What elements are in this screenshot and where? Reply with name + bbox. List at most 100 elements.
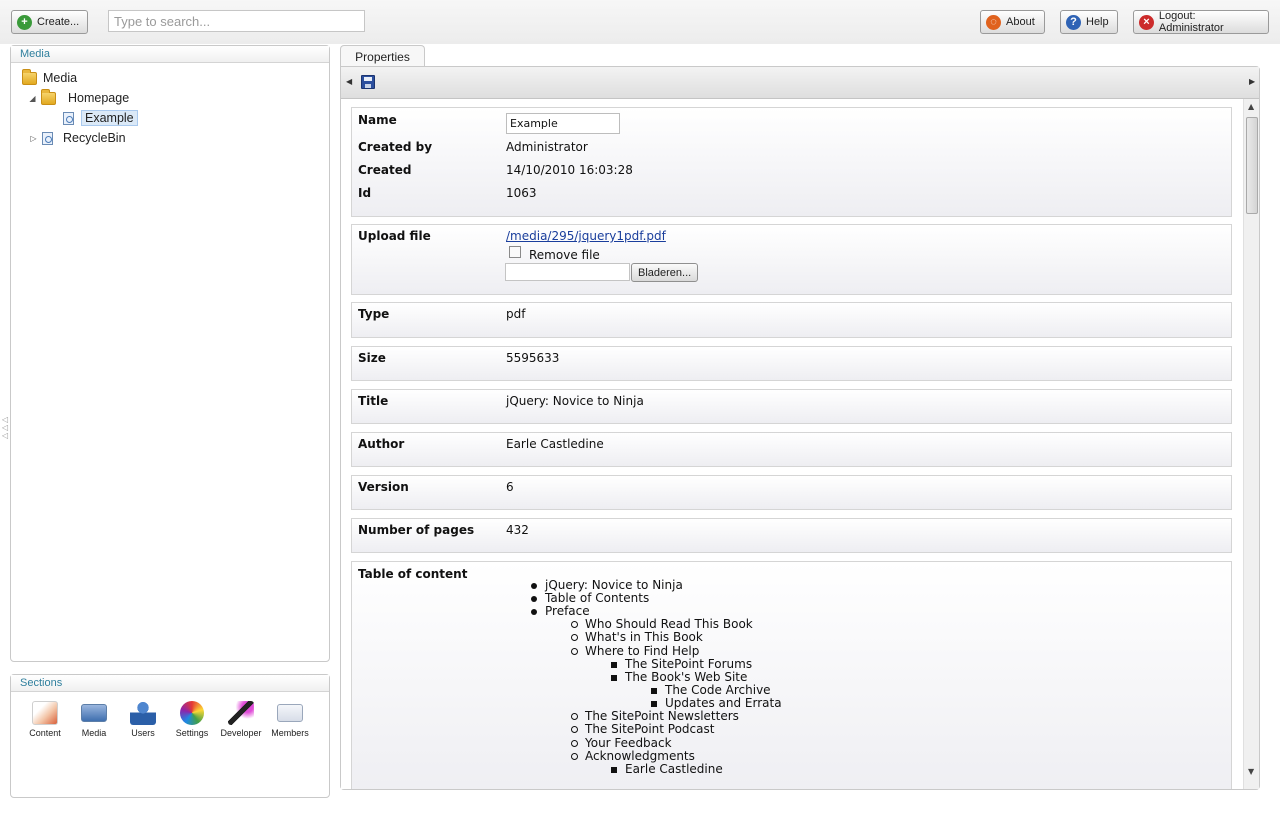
tree-item-media[interactable]: Media <box>22 68 78 87</box>
tree-item-label: Media <box>43 71 78 85</box>
toolbar-scroll-right-icon[interactable]: ▶ <box>1249 77 1255 86</box>
top-toolbar: + Create... ◌ About ? Help × Logout: Adm… <box>0 0 1280 44</box>
author-box: Author Earle Castledine <box>351 432 1232 467</box>
id-value: 1063 <box>506 186 537 200</box>
help-button-label: Help <box>1086 16 1109 28</box>
close-icon: × <box>1139 14 1154 30</box>
folder-icon <box>22 68 37 85</box>
properties-panel: ◀ ▶ Name Created by Administrator Create… <box>340 66 1260 790</box>
toc-item: What's in This Book <box>571 631 703 644</box>
size-value: 5595633 <box>506 351 560 365</box>
created-by-label: Created by <box>358 140 433 154</box>
expand-arrow-icon[interactable]: ◢ <box>28 94 37 103</box>
section-label: Media <box>81 728 107 738</box>
scroll-up-icon[interactable]: ▲ <box>1248 102 1254 111</box>
users-icon <box>130 701 156 725</box>
logout-button[interactable]: × Logout: Administrator <box>1133 10 1269 34</box>
tree-item-label: RecycleBin <box>63 131 126 145</box>
remove-file-checkbox[interactable] <box>509 246 521 258</box>
media-panel-title: Media <box>11 46 329 63</box>
scroll-down-icon[interactable]: ▼ <box>1248 767 1254 776</box>
tab-properties[interactable]: Properties <box>340 45 425 67</box>
browse-button[interactable]: Bladeren... <box>631 263 699 282</box>
folder-icon <box>41 88 56 105</box>
name-field[interactable] <box>506 113 620 134</box>
scrollbar-thumb[interactable] <box>1246 117 1258 214</box>
created-value: 14/10/2010 16:03:28 <box>506 163 633 177</box>
toc-box: Table of content jQuery: Novice to Ninja… <box>351 561 1232 789</box>
tree-item-recyclebin[interactable]: ▷ RecycleBin <box>29 129 126 147</box>
toolbar-scroll-left-icon[interactable]: ◀ <box>346 77 352 86</box>
toc-item: Earle Castledine <box>611 763 723 776</box>
version-label: Version <box>358 480 409 494</box>
section-label: Settings <box>175 728 209 738</box>
save-icon[interactable] <box>361 75 375 89</box>
tree-item-homepage[interactable]: ◢ Homepage <box>28 88 130 107</box>
recycle-bin-icon <box>42 131 53 145</box>
section-content[interactable]: Content <box>21 701 69 738</box>
section-media[interactable]: Media <box>70 701 118 738</box>
sections-panel: Sections Content Media Users Settings De… <box>10 674 330 798</box>
about-icon: ◌ <box>986 14 1001 30</box>
pages-label: Number of pages <box>358 523 475 537</box>
pages-value: 432 <box>506 523 529 537</box>
title-value: jQuery: Novice to Ninja <box>506 394 644 408</box>
media-icon <box>81 704 107 722</box>
toc-item: The SitePoint Podcast <box>571 723 714 736</box>
vertical-scrollbar[interactable]: ▲ ▼ <box>1243 99 1259 789</box>
created-by-value: Administrator <box>506 140 588 154</box>
help-button[interactable]: ? Help <box>1060 10 1118 34</box>
properties-content: Name Created by Administrator Created 14… <box>341 99 1243 789</box>
upload-file-label: Upload file <box>358 229 431 243</box>
toc-item: Preface <box>531 605 590 618</box>
author-label: Author <box>358 437 405 451</box>
developer-icon <box>228 701 254 725</box>
section-label: Content <box>29 728 61 738</box>
type-label: Type <box>358 307 390 321</box>
name-label: Name <box>358 113 397 127</box>
type-value: pdf <box>506 307 526 321</box>
section-members[interactable]: Members <box>266 701 314 738</box>
id-label: Id <box>358 186 372 200</box>
general-properties-box: Name Created by Administrator Created 14… <box>351 107 1232 217</box>
section-label: Users <box>131 728 155 738</box>
panel-splitter-handle[interactable]: ◁ ◁ ◁ <box>2 416 8 440</box>
search-input[interactable] <box>108 10 365 32</box>
section-users[interactable]: Users <box>119 701 167 738</box>
pages-box: Number of pages 432 <box>351 518 1232 553</box>
toc-label: Table of content <box>358 567 468 581</box>
section-settings[interactable]: Settings <box>168 701 216 738</box>
title-box: Title jQuery: Novice to Ninja <box>351 389 1232 424</box>
collapse-arrow-icon[interactable]: ▷ <box>29 134 38 143</box>
members-icon <box>277 704 303 722</box>
type-box: Type pdf <box>351 302 1232 338</box>
sections-panel-title: Sections <box>11 675 329 692</box>
size-box: Size 5595633 <box>351 346 1232 381</box>
plus-icon: + <box>17 14 32 30</box>
title-label: Title <box>358 394 389 408</box>
help-icon: ? <box>1066 14 1081 30</box>
upload-file-box: Upload file /media/295/jquery1pdf.pdf Re… <box>351 224 1232 295</box>
document-icon <box>63 111 74 125</box>
version-box: Version 6 <box>351 475 1232 510</box>
section-developer[interactable]: Developer <box>217 701 265 738</box>
tab-label: Properties <box>355 49 410 64</box>
section-label: Members <box>271 728 309 738</box>
create-button-label: Create... <box>37 16 80 28</box>
section-label: Developer <box>220 728 262 738</box>
created-label: Created <box>358 163 412 177</box>
create-button[interactable]: + Create... <box>11 10 88 34</box>
settings-icon <box>180 701 204 725</box>
properties-toolbar: ◀ ▶ <box>341 67 1259 99</box>
file-path-field[interactable] <box>505 263 630 281</box>
tree-item-label: Example <box>81 110 138 126</box>
content-icon <box>32 701 58 725</box>
media-tree-panel: Media Media ◢ Homepage Example ▷ Recycle… <box>10 45 330 662</box>
about-button[interactable]: ◌ About <box>980 10 1045 34</box>
size-label: Size <box>358 351 386 365</box>
uploaded-file-link[interactable]: /media/295/jquery1pdf.pdf <box>506 229 666 243</box>
tree-item-label: Homepage <box>68 91 130 105</box>
version-value: 6 <box>506 480 514 494</box>
tree-item-example[interactable]: Example <box>63 109 138 127</box>
remove-file-label: Remove file <box>529 248 600 262</box>
